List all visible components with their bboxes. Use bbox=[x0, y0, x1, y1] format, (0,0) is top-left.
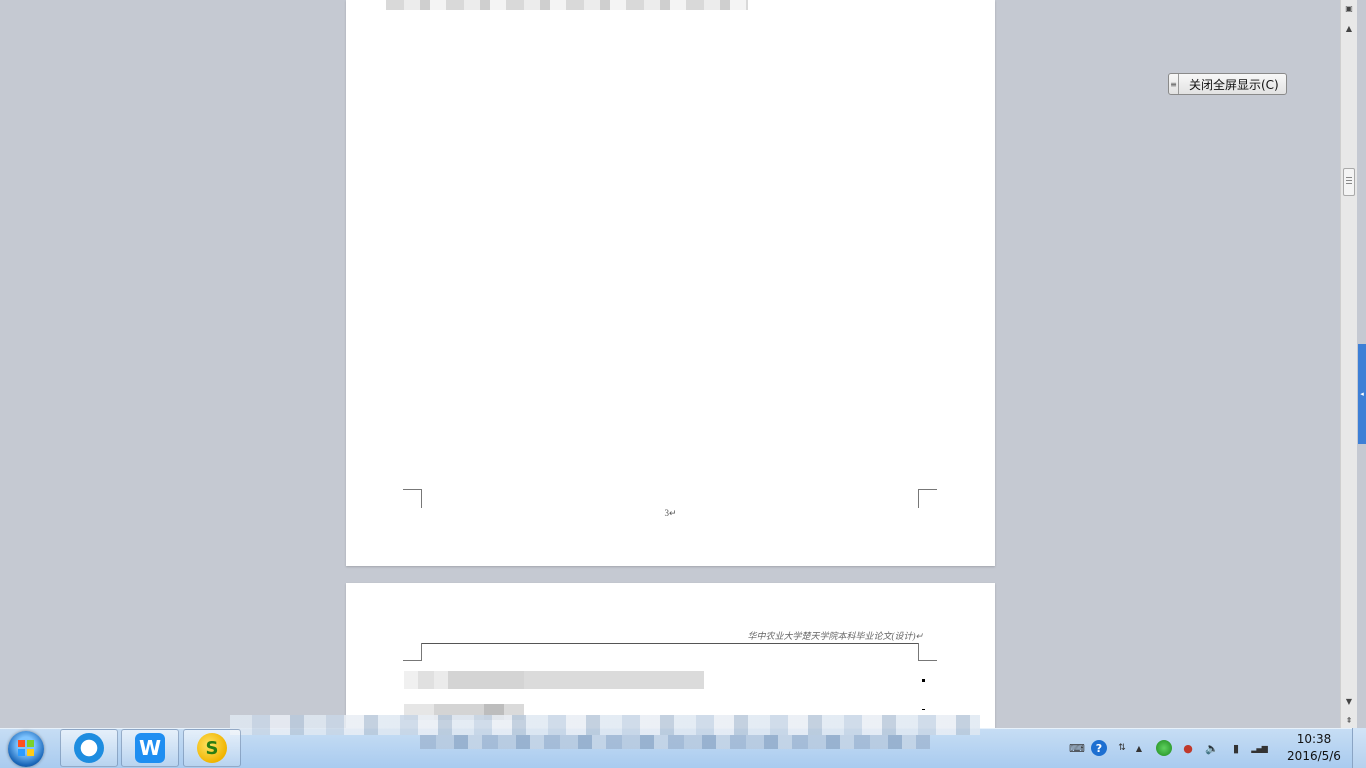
taskbar-wps-button[interactable]: W bbox=[121, 729, 179, 767]
qq-icon[interactable]: ● bbox=[1180, 740, 1196, 756]
previous-page-icon[interactable]: ⇞ bbox=[1341, 712, 1357, 728]
wps-writer-icon: W bbox=[135, 733, 165, 763]
redacted-heading bbox=[404, 671, 704, 689]
network-signal-icon[interactable]: ▂▄▆ bbox=[1251, 740, 1267, 756]
paragraph-mark bbox=[922, 709, 925, 710]
redacted-region bbox=[420, 735, 930, 749]
taskbar-music-button[interactable]: S bbox=[183, 729, 241, 767]
header-rule bbox=[422, 643, 918, 644]
scroll-down-icon[interactable]: ▼ bbox=[1341, 693, 1357, 709]
redacted-text bbox=[386, 0, 748, 10]
toolbar-grip-icon[interactable]: ≡ bbox=[1169, 74, 1179, 94]
browser-icon bbox=[74, 733, 104, 763]
keyboard-icon[interactable]: ⌨ bbox=[1069, 740, 1085, 756]
split-view-icon[interactable]: ▣ bbox=[1341, 0, 1357, 16]
scroll-thumb[interactable] bbox=[1343, 168, 1355, 196]
close-fullscreen-label: 关闭全屏显示(C) bbox=[1189, 77, 1279, 92]
redacted-region bbox=[230, 715, 980, 735]
volume-icon[interactable]: 🔈 bbox=[1204, 740, 1220, 756]
document-canvas[interactable]: 3↵ 华中农业大学楚天学院本科毕业论文(设计)↵ bbox=[0, 0, 1340, 743]
margin-corner-top-left bbox=[403, 643, 422, 661]
margin-corner-top-right bbox=[918, 643, 937, 661]
page-header-text: 华中农业大学楚天学院本科毕业论文(设计)↵ bbox=[747, 631, 923, 641]
show-hidden-icons-icon[interactable]: ▲ bbox=[1131, 740, 1147, 756]
side-panel-tab[interactable]: ◂ bbox=[1358, 344, 1366, 444]
vertical-scrollbar[interactable]: ▣ ▲ ▼ ⇞ bbox=[1340, 0, 1357, 728]
help-icon[interactable]: ? bbox=[1091, 740, 1107, 756]
scroll-up-icon[interactable]: ▲ bbox=[1341, 20, 1357, 36]
power-icon[interactable]: ▮ bbox=[1228, 740, 1244, 756]
close-fullscreen-button[interactable]: ≡ 关闭全屏显示(C) bbox=[1168, 73, 1287, 95]
download-icon[interactable] bbox=[1156, 740, 1172, 756]
margin-corner-bottom-right bbox=[918, 489, 937, 508]
taskbar-browser-button[interactable] bbox=[60, 729, 118, 767]
start-button-icon[interactable] bbox=[8, 731, 44, 767]
music-player-icon: S bbox=[197, 733, 227, 763]
document-page-3[interactable]: 3↵ bbox=[346, 0, 995, 566]
system-clock[interactable]: 10:38 2016/5/6 bbox=[1282, 731, 1346, 765]
margin-corner-bottom-left bbox=[403, 489, 422, 508]
show-desktop-button[interactable] bbox=[1352, 728, 1366, 768]
page-number: 3↵ bbox=[664, 508, 677, 518]
clock-date: 2016/5/6 bbox=[1287, 749, 1341, 763]
clock-time: 10:38 bbox=[1296, 732, 1332, 746]
paragraph-mark bbox=[922, 679, 925, 682]
language-bar-icon[interactable]: ⇅ bbox=[1114, 740, 1130, 756]
